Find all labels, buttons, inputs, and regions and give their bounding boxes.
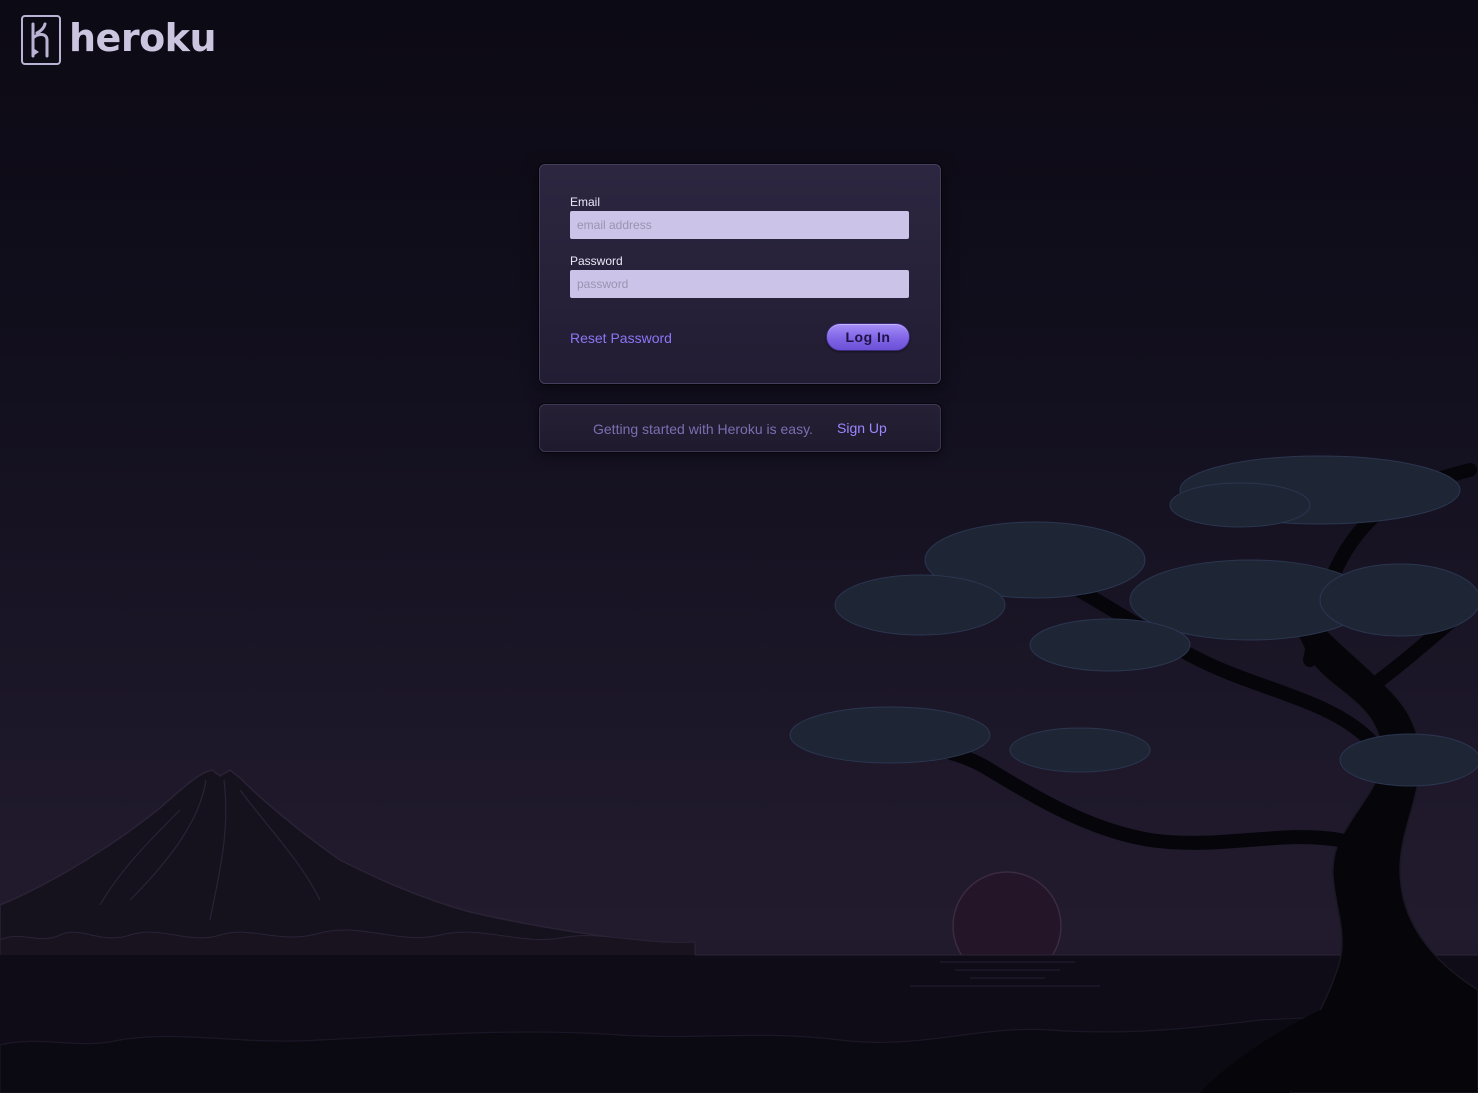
- login-panel: Email Password Reset Password Log In: [539, 164, 941, 384]
- heroku-logo-icon: [21, 15, 61, 65]
- sign-up-link[interactable]: Sign Up: [837, 420, 887, 436]
- password-label: Password: [570, 254, 623, 268]
- email-field[interactable]: [570, 211, 909, 239]
- password-field[interactable]: [570, 270, 909, 298]
- brand-name: heroku: [69, 16, 217, 60]
- email-label: Email: [570, 195, 601, 209]
- signup-prompt-text: Getting started with Heroku is easy.: [593, 421, 813, 437]
- heroku-h-glyph: [31, 22, 49, 58]
- login-button[interactable]: Log In: [826, 323, 910, 351]
- reset-password-link[interactable]: Reset Password: [570, 330, 672, 346]
- signup-panel: Getting started with Heroku is easy. Sig…: [539, 404, 941, 452]
- heroku-logo[interactable]: heroku: [21, 15, 217, 65]
